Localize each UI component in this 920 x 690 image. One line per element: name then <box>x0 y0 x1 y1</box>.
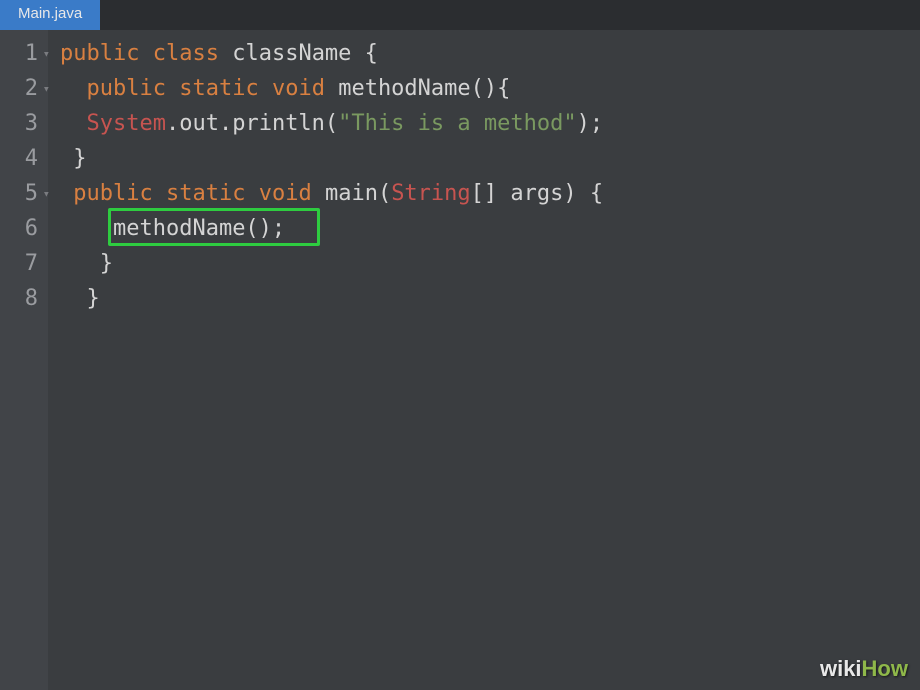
line-number[interactable]: 3 <box>0 106 48 141</box>
code-line: } <box>60 281 920 316</box>
gutter: 1▾ 2▾ 3 4 5▾ 6 7 8 <box>0 30 48 690</box>
file-tab[interactable]: Main.java <box>0 0 100 30</box>
code-area[interactable]: public class className { public static v… <box>48 30 920 690</box>
line-number[interactable]: 1▾ <box>0 36 48 71</box>
watermark-how: How <box>862 656 908 681</box>
code-line: public static void methodName(){ <box>60 71 920 106</box>
code-line: public class className { <box>60 36 920 71</box>
watermark: wikiHow <box>820 656 908 682</box>
watermark-wiki: wiki <box>820 656 862 681</box>
line-number[interactable]: 6 <box>0 211 48 246</box>
code-line: public static void main(String[] args) { <box>60 176 920 211</box>
code-line: methodName(); <box>60 211 920 246</box>
line-number[interactable]: 2▾ <box>0 71 48 106</box>
line-number[interactable]: 7 <box>0 246 48 281</box>
code-line: } <box>60 141 920 176</box>
code-line: System.out.println("This is a method"); <box>60 106 920 141</box>
line-number[interactable]: 8 <box>0 281 48 316</box>
tab-bar: Main.java <box>0 0 920 30</box>
code-line: } <box>60 246 920 281</box>
code-editor: 1▾ 2▾ 3 4 5▾ 6 7 8 public class classNam… <box>0 30 920 690</box>
line-number[interactable]: 5▾ <box>0 176 48 211</box>
line-number[interactable]: 4 <box>0 141 48 176</box>
tab-label: Main.java <box>18 5 82 22</box>
